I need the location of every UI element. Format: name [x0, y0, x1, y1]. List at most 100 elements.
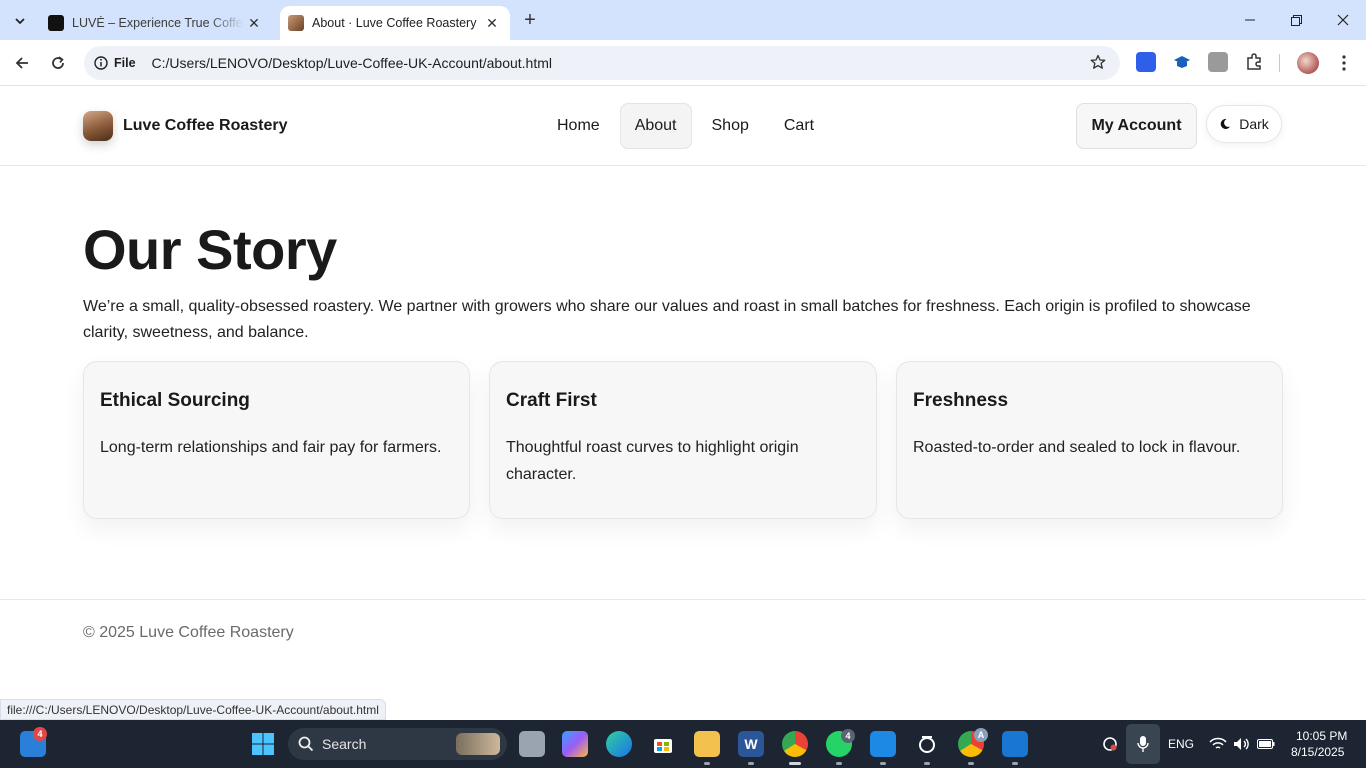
taskbar-search[interactable]: Search — [288, 728, 507, 760]
close-icon[interactable]: ✕ — [244, 13, 264, 33]
clock-time[interactable]: 10:05 PM — [1296, 729, 1347, 743]
task-view-icon[interactable] — [519, 731, 545, 757]
widgets-badge: 4 — [33, 727, 47, 741]
running-indicator — [704, 762, 710, 765]
nav-cart[interactable]: Cart — [769, 103, 829, 149]
app-ring-icon[interactable] — [914, 731, 940, 757]
reload-button[interactable] — [45, 50, 71, 76]
value-card-ethical-sourcing: Ethical Sourcing Long-term relationships… — [83, 361, 470, 519]
running-indicator — [968, 762, 974, 765]
copyright-text: © 2025 Luve Coffee Roastery — [83, 624, 294, 641]
close-window-button[interactable] — [1320, 0, 1366, 40]
profile-avatar[interactable] — [1297, 52, 1319, 74]
site-header: Luve Coffee Roastery Home About Shop Car… — [0, 87, 1366, 166]
running-indicator — [1012, 762, 1018, 765]
close-icon — [1337, 14, 1349, 26]
copilot-icon[interactable] — [562, 731, 588, 757]
windows-logo-icon — [252, 733, 274, 755]
photos-icon[interactable] — [1002, 731, 1028, 757]
value-card-freshness: Freshness Roasted-to-order and sealed to… — [896, 361, 1283, 519]
page-title: Our Story — [83, 218, 337, 281]
extension-tool-icon[interactable] — [1208, 52, 1228, 72]
plus-icon: + — [524, 8, 536, 31]
minimize-icon — [1245, 19, 1255, 21]
nav-about[interactable]: About — [619, 103, 692, 149]
card-text: Long-term relationships and fair pay for… — [100, 439, 442, 456]
brand-name: Luve Coffee Roastery — [123, 117, 288, 134]
site-footer: © 2025 Luve Coffee Roastery — [0, 599, 1366, 641]
running-indicator — [748, 762, 754, 765]
active-indicator — [789, 762, 801, 765]
info-icon — [94, 56, 108, 70]
close-icon[interactable]: ✕ — [482, 13, 502, 33]
card-text: Thoughtful roast curves to highlight ori… — [506, 439, 799, 483]
dark-mode-toggle[interactable]: Dark — [1206, 105, 1282, 143]
battery-icon[interactable] — [1256, 731, 1276, 757]
new-tab-button[interactable]: + — [518, 8, 542, 32]
nav-shop[interactable]: Shop — [697, 103, 764, 149]
main-nav: Home About Shop Cart — [542, 103, 834, 149]
whatsapp-badge: 4 — [841, 729, 855, 743]
tray-app-icon[interactable] — [1098, 731, 1122, 757]
language-indicator[interactable]: ENG — [1168, 737, 1194, 751]
tab-title: LUVÉ – Experience True Coffee E — [72, 16, 244, 30]
running-indicator — [836, 762, 842, 765]
luve-favicon-icon — [48, 15, 64, 31]
tab-search-button[interactable] — [7, 8, 33, 34]
microphone-icon — [1137, 736, 1149, 752]
start-button[interactable] — [250, 731, 276, 757]
windows-taskbar: 4 Search W 4 A ENG 10:05 PM 8/15/2025 — [0, 720, 1366, 768]
search-highlight-image — [456, 733, 500, 755]
chrome-icon[interactable] — [782, 731, 808, 757]
toolbar-divider — [1279, 54, 1280, 72]
wifi-icon[interactable] — [1208, 731, 1228, 757]
chevron-down-icon — [15, 18, 25, 25]
search-icon — [298, 736, 314, 752]
search-label: Search — [322, 736, 367, 752]
back-arrow-icon — [15, 57, 28, 69]
edge-icon[interactable] — [606, 731, 632, 757]
clock-date[interactable]: 8/15/2025 — [1291, 745, 1344, 759]
card-text: Roasted-to-order and sealed to lock in f… — [913, 439, 1241, 456]
brand-link[interactable]: Luve Coffee Roastery — [83, 111, 288, 141]
card-title: Ethical Sourcing — [100, 390, 250, 411]
brand-logo-icon — [83, 111, 113, 141]
card-title: Craft First — [506, 390, 597, 411]
extensions-puzzle-icon[interactable] — [1244, 52, 1264, 72]
file-explorer-icon[interactable] — [694, 731, 720, 757]
nav-home[interactable]: Home — [542, 103, 615, 149]
bookmark-star-icon[interactable] — [1090, 54, 1106, 75]
my-account-button[interactable]: My Account — [1076, 103, 1197, 149]
vscode-icon[interactable] — [870, 731, 896, 757]
browser-tabstrip: LUVÉ – Experience True Coffee E ✕ About … — [0, 0, 1366, 40]
intro-paragraph: We’re a small, quality-obsessed roastery… — [83, 298, 1251, 341]
browser-menu-button[interactable] — [1331, 50, 1357, 76]
moon-icon — [1220, 118, 1231, 129]
chrome-profile-badge: A — [974, 728, 988, 742]
url-text[interactable]: C:/Users/LENOVO/Desktop/Luve-Coffee-UK-A… — [152, 55, 552, 71]
value-card-craft-first: Craft First Thoughtful roast curves to h… — [489, 361, 877, 519]
minimize-button[interactable] — [1227, 0, 1273, 40]
coffee-favicon-icon — [288, 15, 304, 31]
extension-graduation-cap-icon[interactable] — [1172, 52, 1192, 72]
microphone-button[interactable] — [1126, 724, 1160, 764]
restore-button[interactable] — [1273, 0, 1319, 40]
kebab-menu-icon — [1342, 55, 1346, 71]
word-icon[interactable]: W — [738, 731, 764, 757]
browser-tab-luve-home[interactable]: LUVÉ – Experience True Coffee E ✕ — [40, 6, 272, 40]
theme-toggle-label: Dark — [1239, 116, 1269, 132]
restore-icon — [1290, 14, 1302, 26]
site-info-label: File — [114, 56, 136, 70]
store-icon[interactable] — [650, 731, 676, 757]
volume-icon[interactable] — [1232, 731, 1252, 757]
extension-pulse-icon[interactable] — [1136, 52, 1156, 72]
link-status-bar: file:///C:/Users/LENOVO/Desktop/Luve-Cof… — [0, 699, 386, 720]
browser-tab-about[interactable]: About · Luve Coffee Roastery ✕ — [280, 6, 510, 40]
site-info-button[interactable]: File — [94, 56, 136, 70]
card-title: Freshness — [913, 390, 1009, 411]
tab-title: About · Luve Coffee Roastery — [312, 16, 477, 30]
reload-icon — [52, 56, 64, 69]
browser-toolbar: File C:/Users/LENOVO/Desktop/Luve-Coffee… — [0, 40, 1366, 86]
address-bar[interactable]: File C:/Users/LENOVO/Desktop/Luve-Coffee… — [84, 46, 1120, 80]
back-button[interactable] — [9, 50, 35, 76]
